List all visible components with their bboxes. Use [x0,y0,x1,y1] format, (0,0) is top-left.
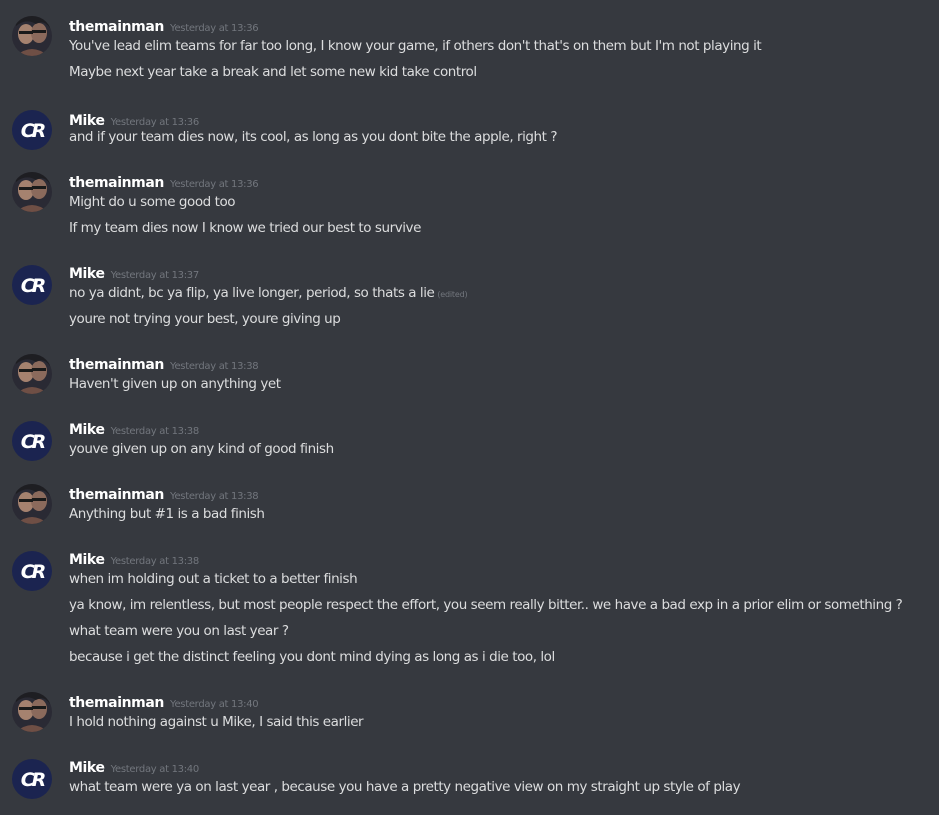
author-name[interactable]: Mike [69,760,105,776]
message-header: Mike Yesterday at 13:37 [69,263,199,283]
timestamp: Yesterday at 13:37 [110,270,200,281]
author-name[interactable]: themainman [69,175,164,191]
avatar-text: CR [21,120,46,142]
message-header: themainman Yesterday at 13:40 [69,692,259,712]
message-text: no ya didnt, bc ya flip, ya live longer,… [69,285,468,301]
message-text: If my team dies now I know we tried our … [69,220,421,236]
timestamp: Yesterday at 13:38 [110,556,200,567]
message-header: themainman Yesterday at 13:36 [69,172,259,192]
message-text: and if your team dies now, its cool, as … [69,129,558,145]
message-list: themainman Yesterday at 13:36 You've lead… [0,0,939,815]
message-text: Maybe next year take a break and let som… [69,64,477,80]
avatar-text: CR [21,431,46,453]
selfie-photo-avatar-icon[interactable] [12,484,52,524]
timestamp: Yesterday at 13:38 [110,426,200,437]
edited-label: (edited) [437,290,468,299]
message-header: Mike Yesterday at 13:38 [69,549,199,569]
message-text: youve given up on any kind of good finis… [69,441,334,457]
cr-logo-avatar-icon[interactable]: CR [12,421,52,461]
avatar-text: CR [21,561,46,583]
author-name[interactable]: themainman [69,695,164,711]
message-header: Mike Yesterday at 13:40 [69,757,199,777]
cr-logo-avatar-icon[interactable]: CR [12,265,52,305]
message-text: You've lead elim teams for far too long,… [69,38,762,54]
selfie-photo-avatar-icon[interactable] [12,172,52,212]
cr-logo-avatar-icon[interactable]: CR [12,551,52,591]
message-text: I hold nothing against u Mike, I said th… [69,714,364,730]
timestamp: Yesterday at 13:36 [169,23,259,34]
author-name[interactable]: themainman [69,19,164,35]
message-text: youre not trying your best, youre giving… [69,311,341,327]
message-header: themainman Yesterday at 13:36 [69,16,259,36]
selfie-photo-avatar-icon[interactable] [12,16,52,56]
author-name[interactable]: Mike [69,552,105,568]
message-text: because i get the distinct feeling you d… [69,649,555,665]
selfie-photo-avatar-icon[interactable] [12,692,52,732]
message-header: Mike Yesterday at 13:38 [69,419,199,439]
avatar-text: CR [21,769,46,791]
timestamp: Yesterday at 13:38 [169,491,259,502]
author-name[interactable]: Mike [69,113,105,129]
timestamp: Yesterday at 13:36 [169,179,259,190]
author-name[interactable]: themainman [69,487,164,503]
message-text: Haven't given up on anything yet [69,376,281,392]
timestamp: Yesterday at 13:40 [169,699,259,710]
message-header: themainman Yesterday at 13:38 [69,354,259,374]
message-body: no ya didnt, bc ya flip, ya live longer,… [69,285,435,301]
timestamp: Yesterday at 13:38 [169,361,259,372]
message-text: Anything but #1 is a bad finish [69,506,265,522]
message-header: Mike Yesterday at 13:36 [69,110,199,130]
cr-logo-avatar-icon[interactable]: CR [12,759,52,799]
avatar-text: CR [21,275,46,297]
message-text: what team were you on last year ? [69,623,289,639]
selfie-photo-avatar-icon[interactable] [12,354,52,394]
message-text: what team were ya on last year , because… [69,779,741,795]
message-text: ya know, im relentless, but most people … [69,597,903,613]
message-text: when im holding out a ticket to a better… [69,571,358,587]
author-name[interactable]: themainman [69,357,164,373]
timestamp: Yesterday at 13:36 [110,117,200,128]
author-name[interactable]: Mike [69,422,105,438]
message-text: Might do u some good too [69,194,236,210]
timestamp: Yesterday at 13:40 [110,764,200,775]
message-header: themainman Yesterday at 13:38 [69,484,259,504]
cr-logo-avatar-icon[interactable]: CR [12,110,52,150]
author-name[interactable]: Mike [69,266,105,282]
